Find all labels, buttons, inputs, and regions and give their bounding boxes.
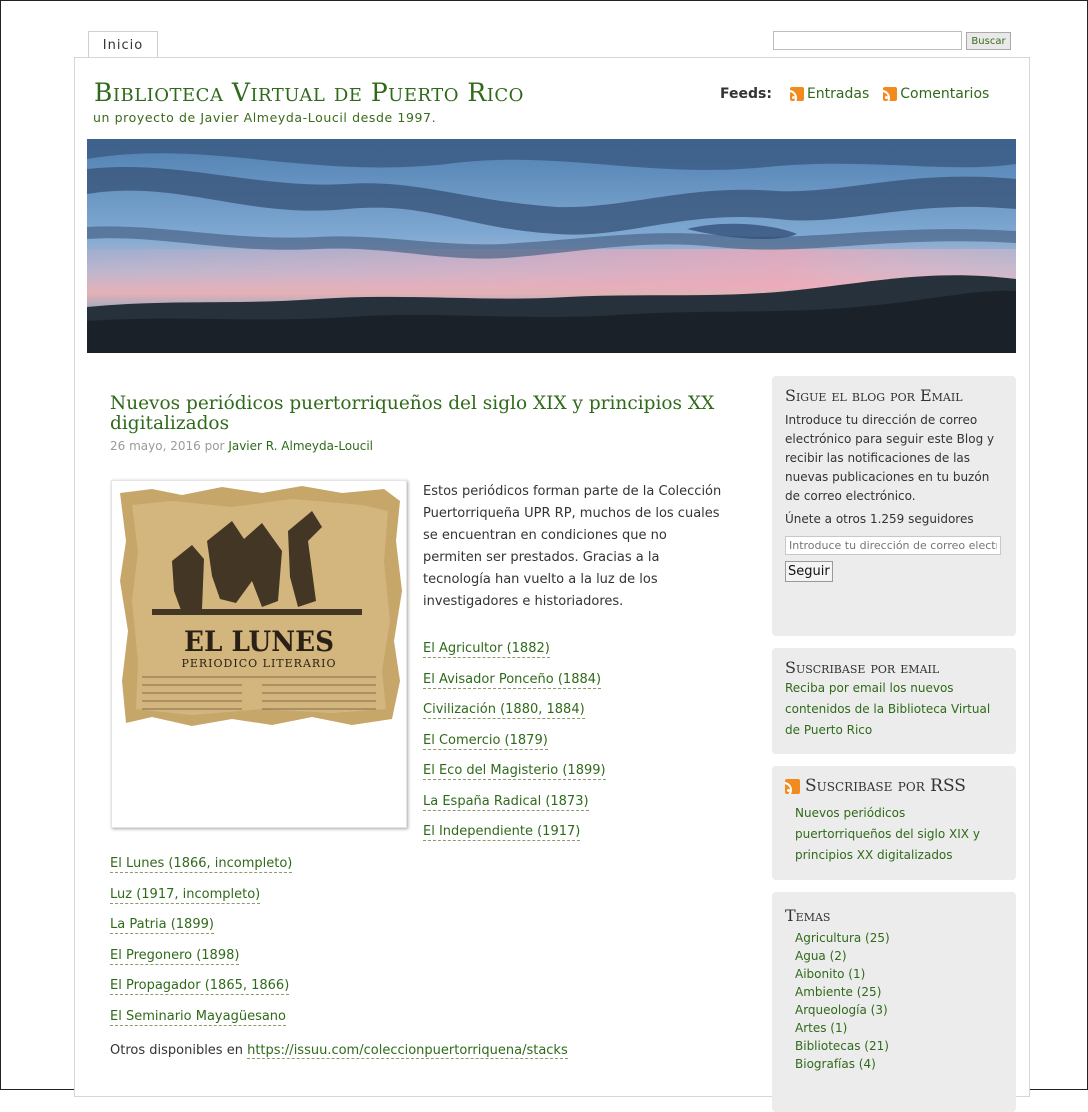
list-item: Ambiente (25)	[795, 983, 1003, 1001]
tema-link[interactable]: Bibliotecas (21)	[795, 1039, 889, 1053]
email-follow-widget: Sigue el blog por Email Introduce tu dir…	[772, 376, 1016, 636]
post-image-el-lunes[interactable]: EL LUNES PERIODICO LITERARIO	[111, 480, 407, 828]
newspaper-link[interactable]: El Pregonero (1898)	[110, 947, 240, 965]
post-meta: 26 mayo, 2016 por Javier R. Almeyda-Louc…	[110, 439, 373, 453]
newspaper-link[interactable]: La España Radical (1873)	[423, 793, 589, 811]
list-item: Bibliotecas (21)	[795, 1037, 1003, 1055]
newspaper-link[interactable]: Luz (1917, incompleto)	[110, 886, 261, 904]
search-button[interactable]: Buscar	[966, 32, 1011, 50]
post-date: 26 mayo, 2016	[110, 439, 201, 453]
feed-entries-link[interactable]: Entradas	[789, 86, 870, 102]
newspaper-link[interactable]: El Comercio (1879)	[423, 732, 548, 750]
feeds-bar: Feeds: Entradas Comentarios	[720, 85, 1003, 103]
email-input[interactable]	[785, 536, 1001, 555]
list-item: El Pregonero (1898)	[110, 947, 292, 979]
list-item: Agua (2)	[795, 947, 1003, 965]
rss-icon	[789, 87, 804, 101]
issuu-link[interactable]: https://issuu.com/coleccionpuertorriquen…	[247, 1043, 568, 1059]
list-item: Aibonito (1)	[795, 965, 1003, 983]
tema-link[interactable]: Aibonito (1)	[795, 967, 865, 981]
list-item: El Independiente (1917)	[423, 824, 606, 855]
tab-inicio[interactable]: Inicio	[88, 31, 158, 58]
rss-icon	[785, 778, 800, 794]
post-intro: Estos periódicos forman parte de la Cole…	[423, 484, 722, 609]
list-item: El Eco del Magisterio (1899)	[423, 763, 606, 794]
newspaper-link[interactable]: El Avisador Ponceño (1884)	[423, 671, 602, 689]
newspaper-link[interactable]: El Independiente (1917)	[423, 824, 581, 841]
tema-link[interactable]: Artes (1)	[795, 1021, 847, 1035]
list-item: Artes (1)	[795, 1019, 1003, 1037]
rss-list: Nuevos periódicos puertorriqueños del si…	[795, 802, 1003, 865]
subscribe-email-widget: Suscribase por email Reciba por email lo…	[772, 648, 1016, 754]
newspaper-link[interactable]: La Patria (1899)	[110, 917, 214, 934]
tema-link[interactable]: Arqueología (3)	[795, 1003, 888, 1017]
list-item: Nuevos periódicos puertorriqueños del si…	[795, 802, 1003, 865]
temas-list: Agricultura (25) Agua (2) Aibonito (1) A…	[795, 929, 1003, 1073]
post-more-line: Otros disponibles en https://issuu.com/c…	[110, 1043, 568, 1059]
newspaper-link[interactable]: El Lunes (1866, incompleto)	[110, 856, 293, 873]
list-item: El Lunes (1866, incompleto)	[110, 856, 293, 887]
post-author-link[interactable]: Javier R. Almeyda-Loucil	[228, 439, 373, 453]
rss-item-link[interactable]: Nuevos periódicos puertorriqueños del si…	[795, 806, 980, 862]
list-item: Agricultura (25)	[795, 929, 1003, 947]
site-title[interactable]: Biblioteca Virtual de Puerto Rico	[94, 78, 524, 107]
followers-count: Únete a otros 1.259 seguidores	[785, 512, 974, 526]
site-tagline: un proyecto de Javier Almeyda-Loucil des…	[93, 110, 437, 125]
search-input[interactable]	[773, 31, 962, 50]
list-item: Arqueología (3)	[795, 1001, 1003, 1019]
list-item: Biografías (4)	[795, 1055, 1003, 1073]
rss-icon	[883, 87, 898, 101]
feed-entries-label: Entradas	[806, 86, 870, 102]
list-item: Luz (1917, incompleto)	[110, 886, 292, 918]
newspaper-link[interactable]: El Propagador (1865, 1866)	[110, 978, 290, 995]
newspaper-links-left: El Lunes (1866, incompleto) Luz (1917, i…	[110, 856, 293, 1040]
widget-title: Suscribase por email	[785, 658, 940, 677]
list-item: El Agricultor (1882)	[423, 641, 606, 672]
image-masthead: EL LUNES	[184, 625, 334, 658]
widget-title-text: Suscribase por RSS	[805, 776, 966, 796]
newspaper-link[interactable]: El Agricultor (1882)	[423, 641, 550, 658]
post-by: por	[204, 439, 225, 453]
newspaper-link[interactable]: El Seminario Mayagüesano	[110, 1008, 286, 1026]
list-item: La España Radical (1873)	[423, 793, 606, 825]
feeds-label: Feeds:	[720, 86, 772, 102]
widget-description: Introduce tu dirección de correo electró…	[785, 413, 995, 503]
image-subtitle: PERIODICO LITERARIO	[181, 657, 336, 670]
list-item: El Seminario Mayagüesano	[110, 1008, 292, 1040]
list-item: El Avisador Ponceño (1884)	[423, 671, 606, 703]
list-item: El Propagador (1865, 1866)	[110, 978, 292, 1009]
feed-comments-link[interactable]: Comentarios	[883, 86, 989, 102]
tema-link[interactable]: Biografías (4)	[795, 1057, 876, 1071]
newspaper-link[interactable]: El Eco del Magisterio (1899)	[423, 763, 606, 780]
feed-comments-label: Comentarios	[900, 86, 990, 102]
tema-link[interactable]: Ambiente (25)	[795, 985, 881, 999]
list-item: La Patria (1899)	[110, 917, 292, 948]
post-title[interactable]: Nuevos periódicos puertorriqueños del si…	[110, 394, 750, 434]
header-banner-image	[87, 139, 1016, 353]
list-item: Civilización (1880, 1884)	[423, 702, 606, 733]
widget-title: Sigue el blog por Email	[785, 386, 963, 405]
tema-link[interactable]: Agricultura (25)	[795, 931, 890, 945]
newspaper-links-right: El Agricultor (1882) El Avisador Ponceño…	[423, 641, 606, 855]
widget-title: Temas	[785, 906, 831, 925]
follow-button[interactable]: Seguir	[785, 561, 833, 582]
subscribe-rss-widget: Suscribase por RSS Nuevos periódicos pue…	[772, 766, 1016, 880]
tema-link[interactable]: Agua (2)	[795, 949, 847, 963]
temas-widget: Temas Agricultura (25) Agua (2) Aibonito…	[772, 892, 1016, 1112]
list-item: El Comercio (1879)	[423, 732, 606, 764]
more-prefix: Otros disponibles en	[110, 1043, 243, 1058]
widget-title: Suscribase por RSS	[785, 776, 1003, 796]
subscribe-email-link[interactable]: Reciba por email los nuevos contenidos d…	[785, 681, 990, 737]
newspaper-link[interactable]: Civilización (1880, 1884)	[423, 702, 585, 719]
